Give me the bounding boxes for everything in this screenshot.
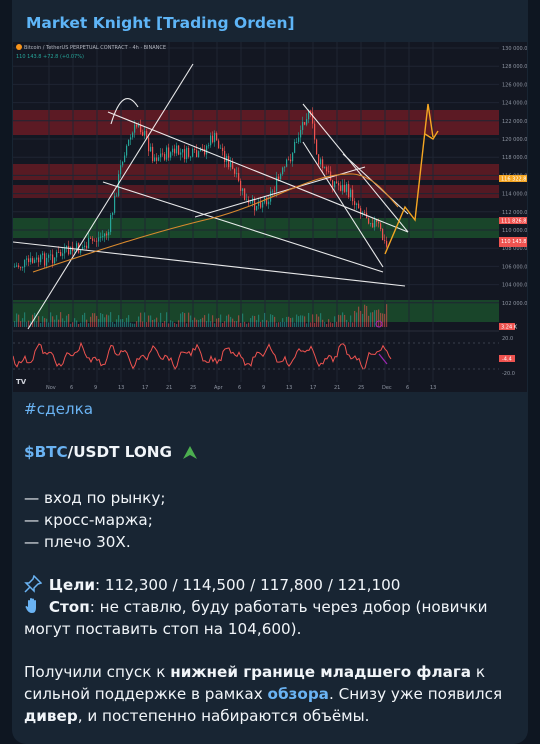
time-tick: 13: [118, 385, 124, 391]
price-tag-red-1: 111 826.8: [501, 219, 526, 225]
price-tag-current: 110 143.8: [501, 239, 526, 245]
targets-line: Цели: 112,300 / 114,500 / 117,800 / 121,…: [24, 574, 516, 597]
condition-2: — кросс-маржа;: [24, 511, 153, 529]
price-tick: 112 000.0: [502, 210, 527, 216]
targets-label: Цели: [48, 576, 95, 594]
price-tick: 114 000.0: [502, 192, 527, 198]
resistance-zone-mid: [13, 164, 499, 180]
message-bubble: Market Knight [Trading Orden] 130 000.0 …: [12, 0, 528, 744]
stop-value: : не ставлю, буду работать через добор (…: [89, 598, 488, 616]
price-tick: 120 000.0: [502, 137, 527, 143]
time-tick: Dec: [382, 385, 392, 391]
price-tick: 118 000.0: [502, 155, 527, 161]
price-tick: 108 000.0: [502, 246, 527, 252]
osc-tag: -4.4: [502, 357, 512, 363]
hashtag-link[interactable]: #сделка: [24, 400, 93, 418]
time-tick: 21: [166, 385, 172, 391]
chart-price-line: 110 143.8 +72.8 (+0.07%): [16, 54, 84, 60]
svg-text:20.0: 20.0: [502, 336, 513, 342]
tradingview-logo: TV: [16, 378, 27, 386]
paragraph-line-1: Получили спуск к нижней границе младшего…: [24, 663, 486, 681]
condition-1: — вход по рынку;: [24, 489, 166, 507]
hashtag-line: #сделка: [24, 398, 516, 421]
time-tick: 9: [94, 385, 97, 391]
svg-text:-20.0: -20.0: [502, 371, 515, 377]
cashtag-link[interactable]: $BTC: [24, 443, 68, 461]
oscillator-line: [13, 341, 392, 371]
stop-line-2: могут поставить стоп на 104,600).: [24, 620, 302, 638]
price-tick: 122 000.0: [502, 119, 527, 125]
price-tick: 128 000.0: [502, 64, 527, 70]
arrow-up-icon: [183, 446, 198, 459]
pair-line: $BTC/USDT LONG: [24, 441, 516, 464]
raised-hand-icon: [25, 598, 36, 613]
time-tick: 13: [430, 385, 436, 391]
condition-3: — плечо 30X.: [24, 533, 131, 551]
paragraph-line-2: сильной поддержке в рамках обзора. Снизу…: [24, 685, 503, 703]
chart-image[interactable]: 130 000.0 128 000.0 126 000.0 124 000.0 122 …: [13, 42, 527, 392]
paragraph-line-3: дивер, и постепенно набираются объёмы.: [24, 707, 370, 725]
time-tick: 6: [406, 385, 409, 391]
resistance-zone-low: [13, 185, 499, 198]
stop-line: Стоп: не ставлю, буду работать через доб…: [24, 596, 516, 619]
price-tick: 110 000.0: [502, 228, 527, 234]
time-tick: 9: [262, 385, 265, 391]
divergence-text: дивер: [24, 707, 78, 725]
stop-label: Стоп: [48, 598, 90, 616]
time-tick: 25: [190, 385, 196, 391]
price-tick: 124 000.0: [502, 101, 527, 107]
time-tick: 21: [334, 385, 340, 391]
chart-symbol: Bitcoin / TetherUS PERPETUAL CONTRACT · …: [24, 45, 166, 51]
time-tick: 25: [358, 385, 364, 391]
time-tick: 6: [238, 385, 241, 391]
time-tick: Nov: [46, 385, 56, 391]
time-tick: 13: [286, 385, 292, 391]
price-tick: 102 000.0: [502, 301, 527, 307]
flag-boundary-text: нижней границе младшего флага: [170, 663, 472, 681]
review-link[interactable]: обзора: [268, 685, 329, 703]
price-tick: 130 000.0: [502, 46, 527, 52]
time-tick: Apr: [214, 385, 224, 391]
time-tick: 17: [142, 385, 148, 391]
pin-icon: [24, 575, 42, 593]
price-tag-orange: 116 322.8: [501, 177, 526, 183]
price-tick: 106 000.0: [502, 264, 527, 270]
targets-value: : 112,300 / 114,500 / 117,800 / 121,100: [94, 576, 401, 594]
time-axis: Nov 6 9 13 17 21 25 Apr 6 9 13 17 21 25 Dec 6 13: [46, 385, 436, 391]
channel-name[interactable]: Market Knight [Trading Orden]: [26, 14, 295, 32]
time-tick: 17: [310, 385, 316, 391]
price-tick: 104 000.0: [502, 283, 527, 289]
time-tick: 6: [70, 385, 73, 391]
price-tick: 126 000.0: [502, 82, 527, 88]
volume-tag: 3.24 K: [501, 325, 518, 331]
bitcoin-icon: [16, 44, 22, 50]
